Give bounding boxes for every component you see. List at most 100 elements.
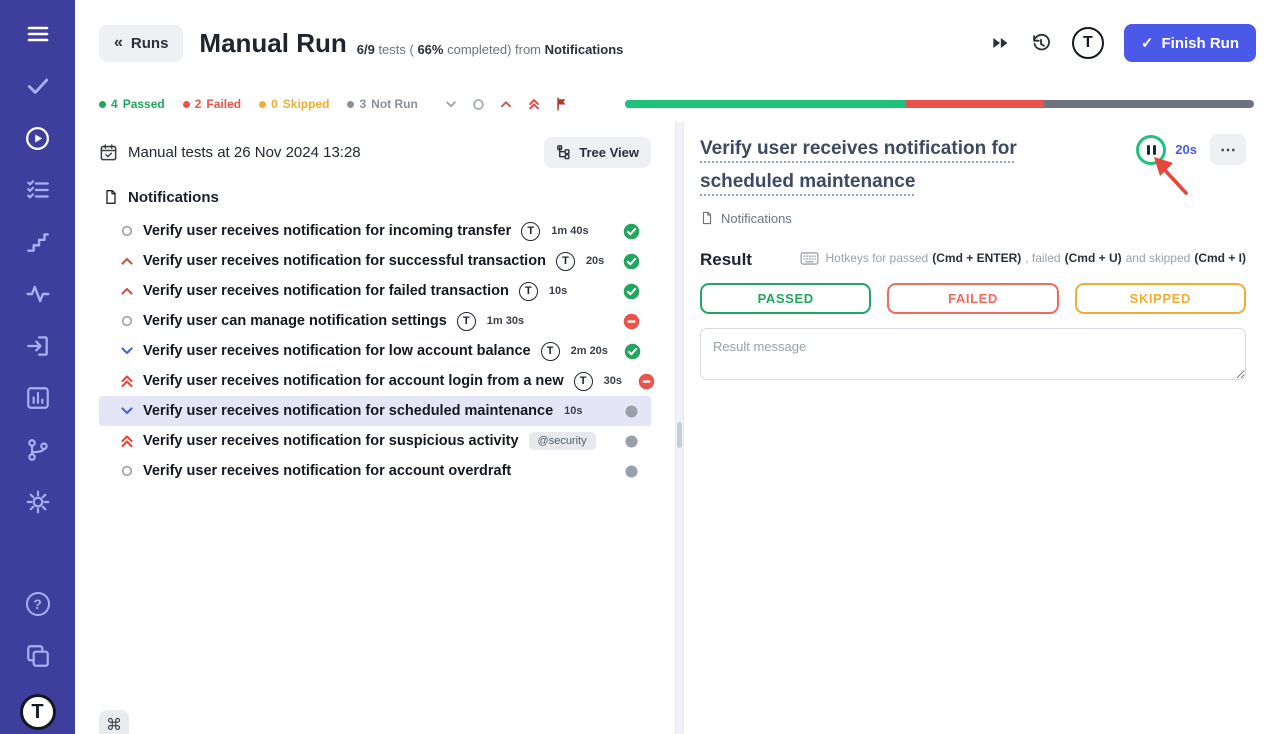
status-notrun-icon [623, 433, 640, 450]
back-label: Runs [131, 35, 169, 52]
finish-run-label: Finish Run [1162, 35, 1240, 52]
tree-icon [556, 145, 571, 160]
main-area: « Runs Manual Run 6/9 tests ( 66% comple… [75, 0, 1280, 734]
result-message-input[interactable] [700, 328, 1246, 380]
test-row[interactable]: Verify user receives notification for ac… [99, 456, 651, 486]
failed-button[interactable]: FAILED [887, 283, 1058, 314]
page-title: Manual Run [199, 28, 346, 59]
test-title: Verify user receives notification for in… [143, 223, 511, 239]
timer-history-icon[interactable] [1030, 32, 1052, 54]
more-icon: ⋯ [1220, 140, 1236, 160]
folder-row[interactable]: Notifications [103, 180, 651, 214]
runs-play-icon[interactable] [24, 124, 52, 152]
test-title: Verify user receives notification for su… [143, 253, 546, 269]
branches-icon[interactable] [24, 436, 52, 464]
testomatio-badge[interactable]: T [1072, 27, 1104, 59]
detail-header: Verify user receives notification for sc… [700, 132, 1246, 199]
test-row[interactable]: Verify user can manage notification sett… [99, 306, 651, 336]
pause-icon [1147, 145, 1150, 155]
test-duration: 10s [564, 405, 582, 417]
settings-gear-icon[interactable] [24, 488, 52, 516]
command-palette-button[interactable]: ⌘ [99, 710, 129, 734]
run-progress-summary: 6/9 tests ( 66% completed) from Notifica… [357, 42, 624, 57]
finish-check-icon: ✓ [1141, 34, 1154, 52]
passed-button[interactable]: PASSED [700, 283, 871, 314]
test-title: Verify user can manage notification sett… [143, 313, 447, 329]
tree-view-button[interactable]: Tree View [544, 137, 651, 168]
back-chevrons-icon: « [114, 35, 123, 51]
detail-controls: 20s ⋯ [1136, 134, 1246, 165]
legend-passed: 4Passed [99, 97, 165, 111]
content: Manual tests at 26 Nov 2024 13:28 Tree V… [75, 122, 1280, 734]
analytics-chart-icon[interactable] [24, 384, 52, 412]
folder-name: Notifications [128, 189, 219, 206]
test-title: Verify user receives notification for sc… [143, 403, 553, 419]
test-row[interactable]: Verify user receives notification for lo… [99, 336, 651, 366]
suites-checklist-icon[interactable] [24, 176, 52, 204]
priority-medium-icon [119, 283, 135, 299]
tree-view-label: Tree View [579, 145, 639, 160]
test-title: Verify user receives notification for ac… [143, 463, 511, 479]
result-heading: Result [700, 250, 752, 270]
priority-critical-flag-icon[interactable] [555, 97, 569, 111]
steps-icon[interactable] [24, 228, 52, 256]
test-row[interactable]: Verify user receives notification for ac… [99, 366, 651, 396]
testomatio-icon: T [521, 222, 540, 241]
test-title: Verify user receives notification for fa… [143, 283, 509, 299]
splitter-grip[interactable] [677, 422, 682, 448]
test-row[interactable]: Verify user receives notification for su… [99, 426, 651, 456]
breadcrumb-label: Notifications [721, 211, 792, 226]
priority-low-icon [119, 403, 135, 419]
test-title: Verify user receives notification for su… [143, 433, 519, 449]
testomatio-icon: T [519, 282, 538, 301]
run-progress-bar [625, 100, 1254, 108]
fast-forward-icon[interactable] [990, 33, 1010, 53]
progress-failed [905, 100, 1045, 108]
testomatio-logo[interactable]: T [20, 694, 56, 730]
result-row: Result Hotkeys for passed (Cmd + ENTER) … [700, 250, 1246, 270]
status-failed-icon [638, 373, 655, 390]
pause-timer-button[interactable] [1136, 135, 1166, 165]
priority-medium-filter-icon[interactable] [499, 97, 513, 111]
chevron-down-icon[interactable] [444, 97, 458, 111]
help-icon[interactable]: ? [24, 590, 52, 618]
import-icon[interactable] [24, 332, 52, 360]
back-to-runs-button[interactable]: « Runs [99, 25, 183, 62]
run-calendar-icon [99, 143, 118, 162]
passed-dot [99, 101, 106, 108]
priority-high-icon [119, 433, 135, 449]
priority-high-filter-icon[interactable] [527, 97, 541, 111]
question-glyph: ? [26, 592, 50, 616]
test-title: Verify user receives notification for ac… [143, 373, 564, 389]
keyboard-icon [800, 252, 819, 265]
pulse-activity-icon[interactable] [24, 280, 52, 308]
testomatio-icon: T [574, 372, 593, 391]
test-row[interactable]: Verify user receives notification for su… [99, 246, 651, 276]
priority-low-icon [119, 343, 135, 359]
finish-run-button[interactable]: ✓ Finish Run [1124, 24, 1256, 62]
test-row[interactable]: Verify user receives notification for sc… [99, 396, 651, 426]
breadcrumb[interactable]: Notifications [700, 211, 1246, 226]
tests-check-icon[interactable] [24, 72, 52, 100]
hotkeys-hint: Hotkeys for passed (Cmd + ENTER) , faile… [800, 251, 1246, 265]
pages-copy-icon[interactable] [24, 642, 52, 670]
more-menu-button[interactable]: ⋯ [1210, 134, 1246, 165]
menu-icon[interactable] [24, 20, 52, 48]
detail-test-title[interactable]: Verify user receives notification for sc… [700, 132, 1078, 199]
test-row[interactable]: Verify user receives notification for fa… [99, 276, 651, 306]
testomatio-icon: T [457, 312, 476, 331]
test-row[interactable]: Verify user receives notification for in… [99, 216, 651, 246]
run-title: Manual tests at 26 Nov 2024 13:28 [128, 144, 361, 161]
panel-splitter[interactable] [675, 122, 684, 734]
command-icon: ⌘ [106, 715, 122, 734]
priority-none-filter-icon[interactable] [472, 98, 485, 111]
skipped-dot [259, 101, 266, 108]
test-duration: 20s [586, 255, 604, 267]
sidebar: ? T [0, 0, 75, 734]
priority-high-icon [119, 373, 135, 389]
skipped-button[interactable]: SKIPPED [1075, 283, 1246, 314]
file-icon [103, 189, 119, 205]
status-notrun-icon [623, 403, 640, 420]
file-icon [700, 211, 714, 225]
priority-none-icon [119, 223, 135, 239]
